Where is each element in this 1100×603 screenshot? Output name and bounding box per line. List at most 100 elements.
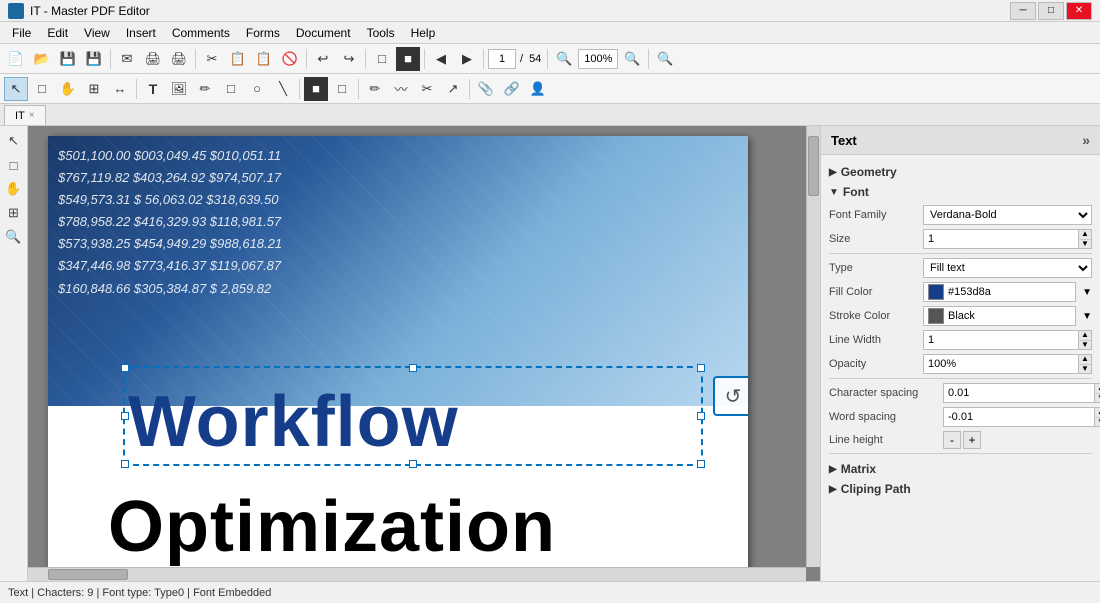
open-button[interactable]: 📂 bbox=[30, 47, 54, 71]
handle-br[interactable] bbox=[697, 460, 705, 468]
highlight-button[interactable]: ✏ bbox=[363, 77, 387, 101]
type-select[interactable]: Fill text bbox=[923, 258, 1092, 278]
left-snap-tool[interactable]: ⊞ bbox=[3, 202, 25, 224]
horizontal-scrollbar[interactable] bbox=[28, 567, 806, 581]
email-button[interactable]: ✉ bbox=[115, 47, 139, 71]
select-tool-button[interactable]: ↖ bbox=[4, 77, 28, 101]
crop-button[interactable]: ✂ bbox=[415, 77, 439, 101]
word-spacing-down-button[interactable]: ▼ bbox=[1095, 418, 1100, 427]
delete-button[interactable]: 🚫 bbox=[278, 47, 302, 71]
fill-color-button[interactable]: ■ bbox=[304, 77, 328, 101]
menu-forms[interactable]: Forms bbox=[238, 24, 288, 42]
handle-tr[interactable] bbox=[697, 364, 705, 372]
signature-button[interactable]: 👤 bbox=[526, 77, 550, 101]
menu-file[interactable]: File bbox=[4, 24, 39, 42]
erase-button[interactable]: 〰 bbox=[389, 77, 413, 101]
vertical-scrollbar[interactable] bbox=[806, 126, 820, 567]
line-height-minus-button[interactable]: - bbox=[943, 431, 961, 449]
line-width-input[interactable]: 1 bbox=[923, 330, 1078, 350]
nav-next-button[interactable]: ▶ bbox=[455, 47, 479, 71]
paste-button[interactable]: 📋 bbox=[252, 47, 276, 71]
new-button[interactable]: 📄 bbox=[4, 47, 28, 71]
rotate-handle[interactable]: ↺ bbox=[713, 376, 748, 416]
left-zoom-tool[interactable]: 🔍 bbox=[3, 226, 25, 248]
left-toolbar: ↖ □ ✋ ⊞ 🔍 bbox=[0, 126, 28, 581]
menu-view[interactable]: View bbox=[76, 24, 118, 42]
line-height-plus-button[interactable]: + bbox=[963, 431, 981, 449]
measure-button[interactable]: ↗ bbox=[441, 77, 465, 101]
pencil-tool-button[interactable]: ✏ bbox=[193, 77, 217, 101]
undo-button[interactable]: ↩ bbox=[311, 47, 335, 71]
stroke-color-dropdown-icon[interactable]: ▼ bbox=[1082, 311, 1092, 322]
fill-color-picker[interactable]: #153d8a bbox=[923, 282, 1076, 302]
left-page-tool[interactable]: □ bbox=[3, 154, 25, 176]
rect-tool-button[interactable]: □ bbox=[219, 77, 243, 101]
optimization-text[interactable]: Optimization bbox=[108, 486, 556, 568]
size-input[interactable]: 1 bbox=[923, 229, 1078, 249]
zoom-in-button[interactable]: 🔍 bbox=[620, 47, 644, 71]
print2-button[interactable]: 🖨 bbox=[167, 47, 191, 71]
search-button[interactable]: 🔍 bbox=[653, 47, 677, 71]
nav-prev-button[interactable]: ◀ bbox=[429, 47, 453, 71]
tab-close-button[interactable]: × bbox=[29, 110, 35, 121]
matrix-section-header[interactable]: ▶ Matrix bbox=[829, 458, 1092, 478]
word-spacing-input[interactable]: -0.01 bbox=[943, 407, 1094, 427]
workflow-text[interactable]: Workflow bbox=[128, 381, 459, 463]
print-button[interactable]: 🖨 bbox=[141, 47, 165, 71]
fill-color-dropdown-icon[interactable]: ▼ bbox=[1082, 287, 1092, 298]
menu-help[interactable]: Help bbox=[403, 24, 444, 42]
char-spacing-down-button[interactable]: ▼ bbox=[1095, 394, 1100, 403]
attach-button[interactable]: 📎 bbox=[474, 77, 498, 101]
text-tool-button[interactable]: T bbox=[141, 77, 165, 101]
copy-button[interactable]: 📋 bbox=[226, 47, 250, 71]
stamp-button[interactable]: 🔗 bbox=[500, 77, 524, 101]
menu-comments[interactable]: Comments bbox=[164, 24, 238, 42]
left-select-tool[interactable]: ↖ bbox=[3, 130, 25, 152]
font-family-select[interactable]: Verdana-Bold bbox=[923, 205, 1092, 225]
page-tool-button[interactable]: □ bbox=[30, 77, 54, 101]
maximize-button[interactable]: □ bbox=[1038, 2, 1064, 20]
line-width-down-button[interactable]: ▼ bbox=[1079, 341, 1091, 350]
cut-button[interactable]: ✂ bbox=[200, 47, 224, 71]
minimize-button[interactable]: ─ bbox=[1010, 2, 1036, 20]
stroke-color-button[interactable]: □ bbox=[330, 77, 354, 101]
left-hand-tool[interactable]: ✋ bbox=[3, 178, 25, 200]
fill-button[interactable]: ■ bbox=[396, 47, 420, 71]
clipping-section-header[interactable]: ▶ Cliping Path bbox=[829, 478, 1092, 498]
size-down-button[interactable]: ▼ bbox=[1079, 240, 1091, 249]
stroke-color-picker[interactable]: Black bbox=[923, 306, 1076, 326]
panel-collapse-button[interactable]: » bbox=[1082, 132, 1090, 148]
handle-tm[interactable] bbox=[409, 364, 417, 372]
handle-mr[interactable] bbox=[697, 412, 705, 420]
redo-button[interactable]: ↪ bbox=[337, 47, 361, 71]
geometry-section-header[interactable]: ▶ Geometry bbox=[829, 161, 1092, 181]
handle-tl[interactable] bbox=[121, 364, 129, 372]
hand-tool-button[interactable]: ✋ bbox=[56, 77, 80, 101]
select-all-button[interactable]: □ bbox=[370, 47, 394, 71]
link-tool-button[interactable]: ↔ bbox=[108, 77, 132, 101]
opacity-down-button[interactable]: ▼ bbox=[1079, 365, 1091, 374]
document-tab[interactable]: IT × bbox=[4, 105, 46, 125]
menu-insert[interactable]: Insert bbox=[118, 24, 164, 42]
menu-document[interactable]: Document bbox=[288, 24, 359, 42]
stroke-color-row: Stroke Color Black ▼ bbox=[829, 306, 1092, 326]
save-as-button[interactable]: 💾 bbox=[82, 47, 106, 71]
h-scroll-thumb[interactable] bbox=[48, 569, 128, 580]
marquee-tool-button[interactable]: ⊞ bbox=[82, 77, 106, 101]
menu-tools[interactable]: Tools bbox=[359, 24, 403, 42]
zoom-out-button[interactable]: 🔍 bbox=[552, 47, 576, 71]
menu-edit[interactable]: Edit bbox=[39, 24, 76, 42]
v-scroll-thumb[interactable] bbox=[808, 136, 819, 196]
image-tool-button[interactable]: 🖼 bbox=[167, 77, 191, 101]
font-section-header[interactable]: ▼ Font bbox=[829, 181, 1092, 201]
line-width-spin-buttons: ▲ ▼ bbox=[1078, 330, 1092, 350]
opacity-input[interactable]: 100% bbox=[923, 354, 1078, 374]
ellipse-tool-button[interactable]: ○ bbox=[245, 77, 269, 101]
save-button[interactable]: 💾 bbox=[56, 47, 80, 71]
geometry-label: Geometry bbox=[841, 165, 897, 179]
line-tool-button[interactable]: ╲ bbox=[271, 77, 295, 101]
zoom-input[interactable] bbox=[578, 49, 618, 69]
page-number-input[interactable] bbox=[488, 49, 516, 69]
close-button[interactable]: ✕ bbox=[1066, 2, 1092, 20]
char-spacing-input[interactable]: 0.01 bbox=[943, 383, 1094, 403]
